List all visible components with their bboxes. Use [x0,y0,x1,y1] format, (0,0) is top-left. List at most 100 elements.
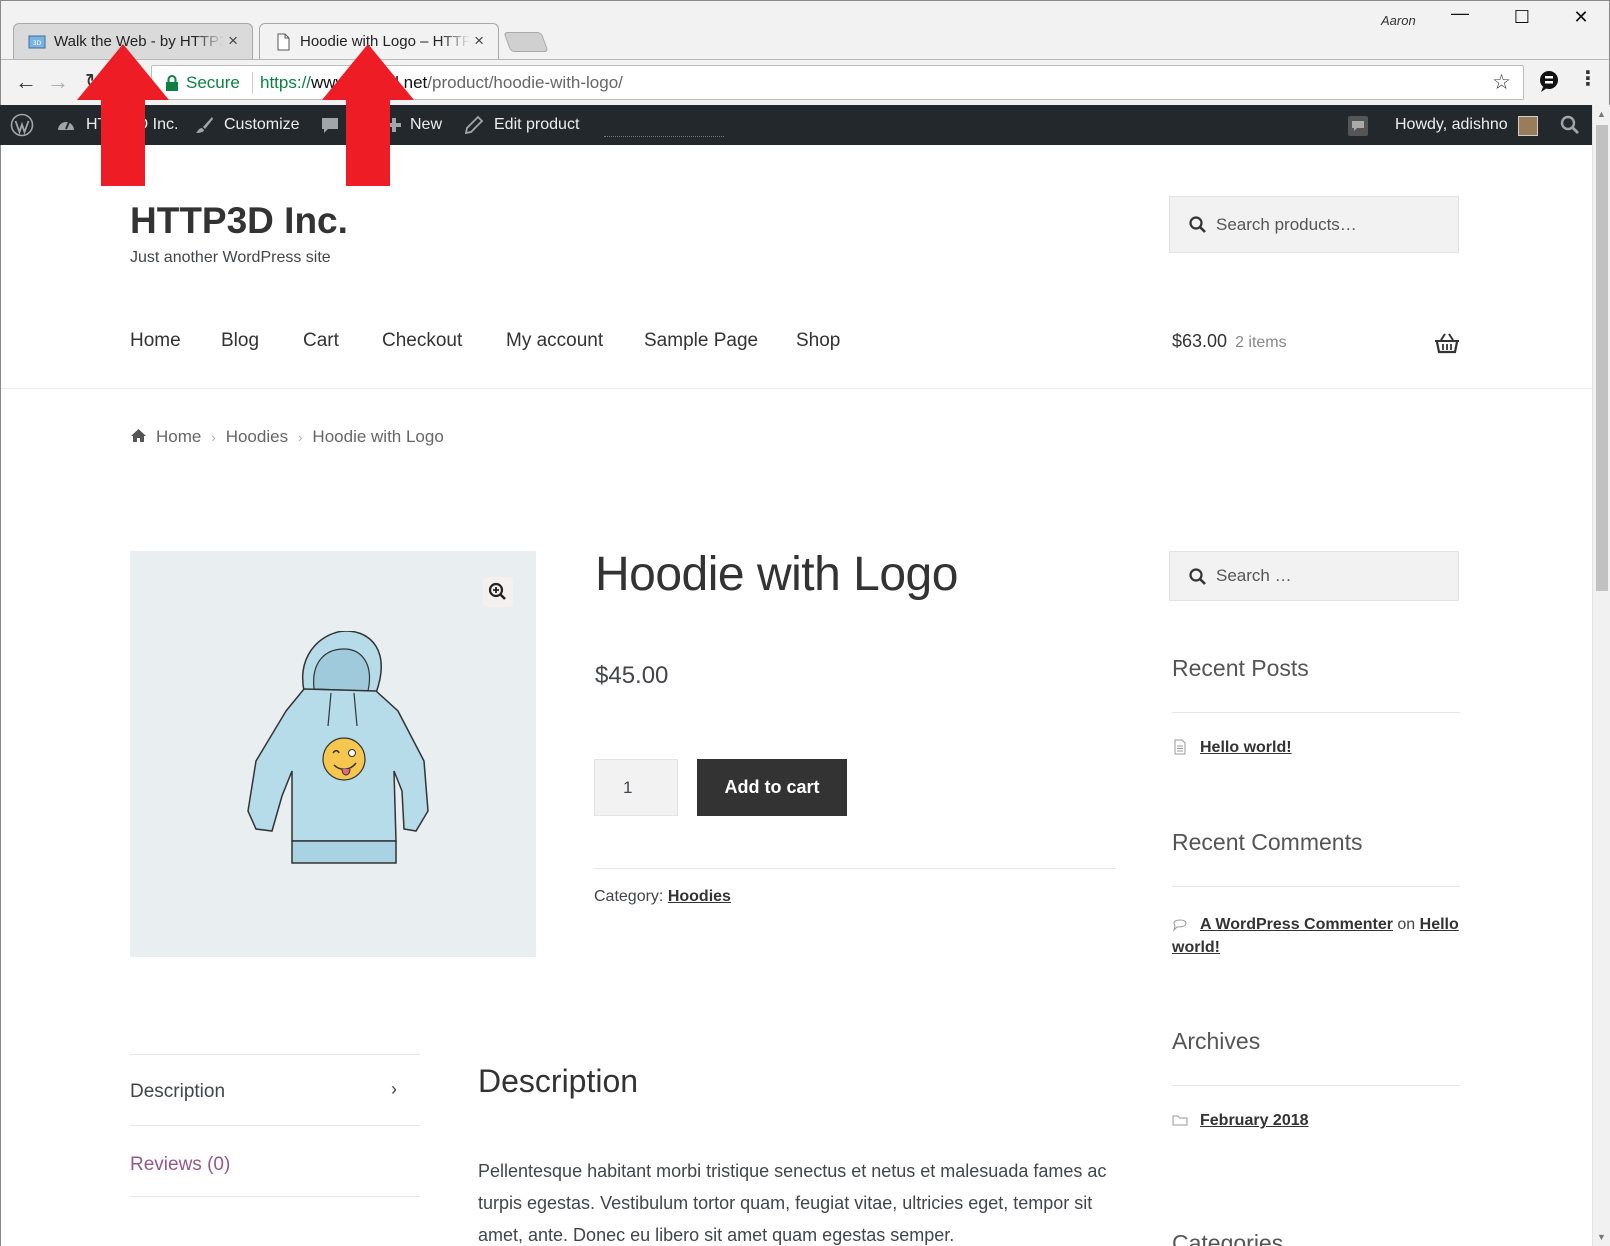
breadcrumb-current: Hoodie with Logo [312,427,444,446]
tab-divider [130,1054,420,1055]
nav-item-shop[interactable]: Shop [796,330,840,352]
admin-bar-account[interactable]: Howdy, adishno [1355,105,1508,145]
url-text[interactable]: https://www.http3d.net/product/hoodie-wi… [260,73,623,93]
maximize-button[interactable]: ☐ [1507,7,1537,28]
description-body: Pellentesque habitant morbi tristique se… [478,1161,1107,1245]
browser-menu-icon[interactable]: ⋮ [1578,66,1598,91]
annotation-arrow-icon [77,44,169,186]
tab-description[interactable]: Description [130,1081,225,1103]
admin-bar-customize[interactable]: Customize [194,105,300,145]
tab-reviews[interactable]: Reviews (0) [130,1154,230,1176]
extension-chat-icon[interactable] [1534,66,1564,96]
recent-comments-title: Recent Comments [1172,829,1363,855]
nav-item-sample-page[interactable]: Sample Page [644,330,758,352]
header-cart[interactable]: $63.00 2 items [1172,331,1287,352]
product-image[interactable] [130,551,536,957]
scrollbar-thumb[interactable] [1596,125,1608,591]
zoom-in-icon[interactable] [483,577,513,607]
product-title: Hoodie with Logo [595,548,958,601]
search-icon [1189,568,1206,585]
browser-chrome: 3D Walk the Web - by HTTP3D Inc. × Hoodi… [0,0,1610,106]
folder-icon [1172,1115,1188,1126]
breadcrumb-hoodies[interactable]: Hoodies [226,427,288,446]
omnibox-separator [252,72,253,94]
nav-item-my-account[interactable]: My account [506,330,603,352]
comment-on-label: on [1397,916,1416,933]
avatar[interactable] [1518,116,1538,136]
new-label: New [410,116,443,133]
close-window-button[interactable]: ✕ [1566,7,1596,28]
nav-item-checkout[interactable]: Checkout [382,330,462,352]
recent-comment-item: A WordPress Commenter on Hello world! [1172,913,1462,959]
http3d-favicon-icon: 3D [28,35,46,49]
secure-label: Secure [186,73,240,92]
product-price: $45.00 [595,662,669,689]
widget-divider [1172,886,1460,887]
product-meta: Category: Hoodies [594,888,731,906]
bookmark-star-icon[interactable]: ☆ [1492,70,1511,95]
tab-strip: 3D Walk the Web - by HTTP3D Inc. × Hoodi… [1,1,1609,60]
basket-icon[interactable] [1434,332,1460,354]
site-title[interactable]: HTTP3D Inc. [130,200,348,242]
tab-close-icon[interactable]: × [474,31,484,51]
nav-item-home[interactable]: Home [130,330,181,352]
profile-name[interactable]: Aaron [1381,13,1416,28]
cart-count: 2 items [1235,334,1287,351]
forward-button[interactable]: → [43,67,73,97]
quantity-input[interactable]: 1 [594,759,678,816]
site-description: Just another WordPress site [130,249,331,266]
page-content: HTTP3D Inc. Just another WordPress site … [0,145,1592,1246]
comment-author-link[interactable]: A WordPress Commenter [1200,916,1393,933]
category-label: Category: [594,888,664,905]
breadcrumb-home[interactable]: Home [156,427,201,446]
tab-divider [130,1125,420,1126]
nav-item-cart[interactable]: Cart [303,330,339,352]
admin-bar-divider [604,136,724,137]
recent-post-item: Hello world! [1172,739,1292,757]
nav-item-blog[interactable]: Blog [221,330,259,352]
recent-posts-title: Recent Posts [1172,655,1309,681]
archive-item: February 2018 [1172,1112,1309,1130]
home-icon [131,429,146,442]
page-scrollbar[interactable]: ▲ ▼ [1592,105,1610,1246]
minimize-button[interactable]: — [1445,3,1475,24]
document-icon [1174,739,1186,755]
tab-close-icon[interactable]: × [228,31,238,51]
widget-divider [1172,712,1460,713]
scroll-up-arrow-icon[interactable]: ▲ [1597,109,1606,119]
cart-total: $63.00 [1172,331,1228,351]
search-placeholder: Search products… [1216,215,1357,234]
url-path: /product/hoodie-with-logo/ [427,73,623,92]
add-to-cart-button[interactable]: Add to cart [697,759,847,816]
svg-text:3D: 3D [33,40,42,47]
wp-admin-bar: HTTP3D Inc. Customize 0 New Edit product… [0,105,1592,145]
browser-toolbar: ← → ↻ Secure https://www.http3d.net/prod… [1,59,1609,106]
annotation-arrow-icon [322,44,414,186]
archive-link[interactable]: February 2018 [1200,1112,1309,1129]
scroll-down-arrow-icon[interactable]: ▼ [1597,1232,1606,1242]
categories-title-partial: Categories [1172,1230,1284,1246]
recent-post-link[interactable]: Hello world! [1200,739,1292,756]
product-divider [594,868,1116,869]
chevron-right-icon: › [391,1079,397,1099]
sidebar-search-input[interactable]: Search … [1169,551,1459,601]
admin-bar-edit-product[interactable]: Edit product [464,105,579,145]
breadcrumb: Home › Hoodies › Hoodie with Logo [130,427,444,447]
howdy-label: Howdy, adishno [1395,116,1508,133]
search-icon [1189,216,1206,233]
comment-icon [1173,919,1187,932]
search-placeholder: Search … [1216,566,1292,585]
breadcrumb-separator: › [211,430,216,445]
category-link[interactable]: Hoodies [668,888,731,905]
hoodie-illustration [247,631,429,864]
widget-divider [1172,1085,1460,1086]
new-tab-button[interactable] [503,32,549,52]
header-divider [1,388,1592,389]
wordpress-logo-icon[interactable] [10,113,34,137]
back-button[interactable]: ← [11,67,41,97]
tab-divider [130,1196,420,1197]
description-heading: Description [478,1063,639,1099]
search-icon[interactable] [1560,115,1580,135]
url-scheme: https:// [260,73,312,92]
product-search-input[interactable]: Search products… [1169,196,1459,253]
